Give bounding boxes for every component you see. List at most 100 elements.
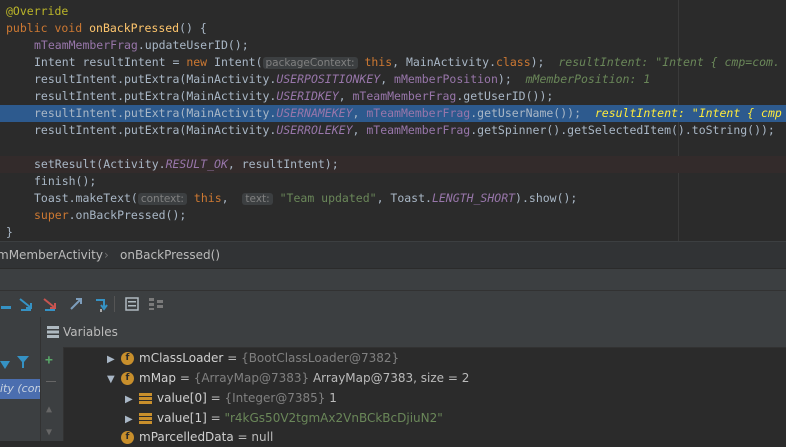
field-icon: f — [121, 372, 134, 385]
variable-value: null — [251, 430, 274, 444]
variable-row[interactable]: ▶ value[0] = {Integer@7385} 1 — [125, 388, 337, 408]
keyword: super — [34, 208, 69, 222]
field-ref: mTeamMemberFrag — [366, 123, 471, 137]
code-text: , — [338, 89, 353, 103]
expand-arrow-icon[interactable]: ▶ — [107, 350, 121, 370]
equals-sign: = — [206, 411, 225, 425]
inline-debug-value: resultIntent: "Intent { cmp=com. — [558, 55, 780, 69]
field-icon: f — [121, 352, 134, 365]
code-text: .getUserName()); — [470, 106, 581, 120]
code-text: resultIntent.putExtra(MainActivity. — [34, 89, 277, 103]
collapse-arrow-icon[interactable]: ▼ — [107, 370, 121, 390]
variable-name: mParcelledData — [139, 430, 234, 444]
expand-arrow-icon[interactable]: ▶ — [125, 390, 139, 410]
variable-row[interactable]: ▼ f mMap = {ArrayMap@7383} ArrayMap@7383, … — [107, 368, 469, 388]
equals-sign: = — [223, 351, 242, 365]
variable-row[interactable]: ▶ f mClassLoader = {BootClassLoader@7382} — [107, 348, 399, 368]
code-text: .onBackPressed(); — [68, 208, 187, 222]
variable-value: 1 — [325, 391, 337, 405]
field-ref: mTeamMemberFrag — [352, 89, 457, 103]
code-text: ).show(); — [515, 191, 578, 205]
code-line: mTeamMemberFrag.updateUserID(); — [34, 37, 249, 54]
static-field: USERROLEKEY — [276, 123, 353, 137]
new-watch-icon[interactable]: + — [45, 353, 53, 368]
remove-watch-icon[interactable] — [46, 381, 56, 382]
parameter-hint: text: — [242, 193, 273, 205]
equals-sign: = — [176, 371, 194, 385]
parameter-hint: packageContext: — [262, 57, 358, 69]
code-text: () { — [179, 21, 207, 35]
trace-stream-icon[interactable] — [148, 296, 164, 312]
code-line: super.onBackPressed(); — [34, 207, 186, 224]
code-text: resultIntent.putExtra(MainActivity. — [34, 123, 277, 137]
variables-title: Variables — [63, 325, 118, 339]
code-text: .getSpinner().getSelectedItem().toString… — [470, 123, 775, 137]
code-text: , — [380, 72, 395, 86]
variable-name: value[0] — [157, 391, 207, 405]
method-name: onBackPressed — [89, 21, 180, 35]
keyword: class — [496, 55, 531, 69]
code-text: , Toast. — [376, 191, 432, 205]
code-line: } — [6, 224, 13, 241]
code-text: finish(); — [34, 174, 97, 188]
code-line: resultIntent.putExtra(MainActivity.USERP… — [34, 71, 650, 88]
code-text: Toast.makeText( — [34, 191, 138, 205]
move-down-icon[interactable]: ▼ — [46, 427, 52, 438]
step-over-icon[interactable] — [0, 296, 16, 312]
evaluate-expression-icon[interactable] — [124, 296, 140, 312]
string-literal: "Team updated" — [279, 191, 377, 205]
variable-value: "r4kGs50V2tgmAx2VnBCkBcDjiuN2" — [224, 411, 443, 425]
inline-debug-value: mMemberPosition: 1 — [525, 72, 651, 86]
code-line: @Override — [6, 3, 68, 20]
inline-debug-value: resultIntent: "Intent { cmp — [594, 106, 782, 120]
field-ref: mMemberPosition — [394, 72, 498, 86]
code-line: resultIntent.putExtra(MainActivity.USERR… — [34, 122, 775, 139]
variable-name: mMap — [139, 371, 177, 385]
variable-type: {Integer@7385} — [224, 391, 326, 405]
code-text: , — [221, 191, 236, 205]
move-up-icon[interactable]: ▲ — [46, 404, 52, 415]
static-field: USERIDKEY — [276, 89, 339, 103]
variable-type: {BootClassLoader@7382} — [241, 351, 400, 365]
current-execution-line: resultIntent.putExtra(MainActivity.USERN… — [0, 105, 786, 122]
breadcrumb-class[interactable]: mMemberActivity — [0, 248, 103, 262]
frames-panel: ity (com — [0, 317, 41, 441]
debug-panel: ity (com Variables + ▲ ▼ ▶f mClassLoader … — [0, 317, 786, 444]
parameter-hint: context: — [137, 193, 187, 205]
breadcrumb-separator-icon: › — [104, 248, 109, 262]
array-element-icon — [139, 393, 152, 404]
code-line: resultIntent.putExtra(MainActivity.USERI… — [34, 88, 553, 105]
variable-row[interactable]: ▶ value[1] = "r4kGs50V2tgmAx2VnBCkBcDjiuN… — [125, 408, 443, 428]
variable-value: ArrayMap@7383, size = 2 — [309, 371, 470, 385]
code-text: .updateUserID(); — [137, 38, 249, 52]
debug-toolbar — [0, 290, 786, 318]
code-text: resultIntent.putExtra(MainActivity. — [34, 106, 277, 120]
step-into-icon[interactable] — [18, 296, 34, 312]
field-ref: mTeamMemberFrag — [366, 106, 471, 120]
force-step-into-icon[interactable] — [42, 296, 58, 312]
static-field: LENGTH_SHORT — [431, 191, 516, 205]
keyword: this — [193, 191, 222, 205]
code-text: Intent resultIntent = — [34, 55, 187, 69]
breadcrumb-method[interactable]: onBackPressed() — [120, 248, 220, 262]
run-to-cursor-icon[interactable] — [94, 296, 110, 312]
variables-side-toolbar: + ▲ ▼ — [41, 347, 64, 441]
variable-name: value[1] — [157, 411, 207, 425]
closing-brace: } — [6, 225, 13, 239]
code-line: Toast.makeText(context: this, text: "Tea… — [34, 190, 577, 207]
code-line: setResult(Activity.RESULT_OK, resultInte… — [0, 156, 786, 173]
code-text: ); — [497, 72, 512, 86]
variable-row[interactable]: f mParcelledData = null — [121, 427, 273, 447]
keyword: public void — [6, 21, 90, 35]
code-text: , resultIntent); — [227, 157, 339, 171]
code-text: Intent( — [207, 55, 263, 69]
filter-icon[interactable] — [16, 354, 30, 373]
selected-frame[interactable]: ity (com — [0, 379, 40, 399]
field-ref: mTeamMemberFrag — [34, 38, 138, 52]
toolbar-divider — [114, 296, 115, 312]
annotation: @Override — [6, 4, 69, 18]
code-editor[interactable]: @Override public void onBackPressed() { … — [0, 0, 786, 241]
code-text: , MainActivity. — [392, 55, 496, 69]
frames-dropdown-icon[interactable] — [0, 355, 12, 374]
step-out-icon[interactable] — [68, 296, 84, 312]
